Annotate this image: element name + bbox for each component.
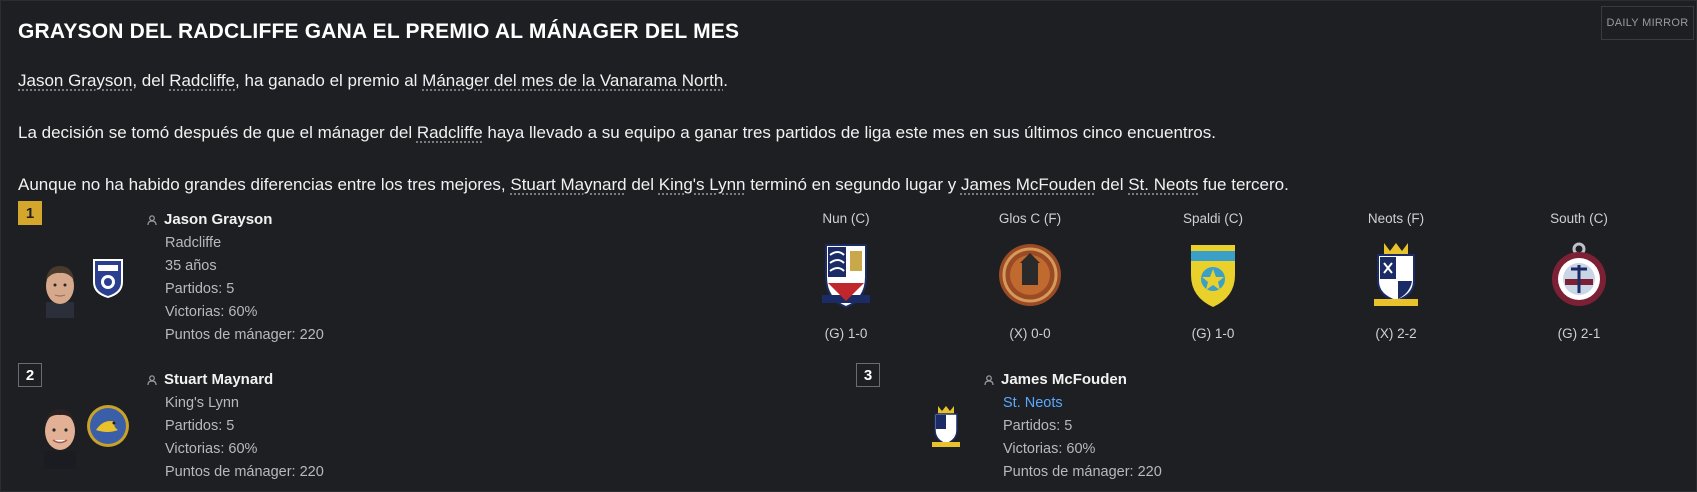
manager-club-mcfouden[interactable]: St. Neots <box>1003 395 1063 411</box>
manager-face-grayson[interactable] <box>40 262 80 318</box>
manager-link-grayson[interactable]: Jason Grayson <box>18 71 132 90</box>
kings-lynn-crest-icon[interactable] <box>86 404 130 448</box>
fixture-opponent: Glos C (F) <box>998 211 1062 226</box>
fixture-opponent: Nun (C) <box>822 211 870 226</box>
paragraph-2: La decisión se tomó después de que el má… <box>18 123 1216 142</box>
manager-matches-maynard: Partidos: 5 <box>165 418 235 434</box>
fixture-result: (X) 0-0 <box>1009 326 1051 341</box>
manager-wins-grayson: Victorias: 60% <box>165 304 258 320</box>
club-link-radcliffe[interactable]: Radcliffe <box>169 71 235 90</box>
st-neots-crest-icon[interactable] <box>928 404 964 448</box>
fixture-result: (G) 2-1 <box>1557 326 1601 341</box>
award-link[interactable]: Mánager del mes de la Vanarama North <box>422 71 723 90</box>
manager-points-grayson: Puntos de mánager: 220 <box>165 327 324 343</box>
manager-points-maynard: Puntos de mánager: 220 <box>165 464 324 480</box>
radcliffe-crest-icon[interactable] <box>90 256 126 300</box>
person-icon <box>147 215 157 225</box>
manager-club-maynard: King's Lynn <box>165 395 239 411</box>
club-link-kings-lynn[interactable]: King's Lynn <box>659 175 746 194</box>
manager-link-maynard[interactable]: Stuart Maynard <box>510 175 626 194</box>
manager-club-grayson: Radcliffe <box>165 235 222 251</box>
fixture-result: (X) 2-2 <box>1375 326 1417 341</box>
south-shields-crest-icon <box>1552 242 1606 306</box>
spalding-crest-icon <box>1191 245 1235 307</box>
fixture-result: (G) 1-0 <box>1191 326 1235 341</box>
rank-badge-1: 1 <box>18 201 42 225</box>
manager-link-mcfouden[interactable]: James McFouden <box>961 175 1096 194</box>
st-neots-crest-icon <box>1374 243 1418 306</box>
person-icon <box>984 375 994 385</box>
nuneaton-crest-icon <box>822 244 870 309</box>
manager-wins-mcfouden: Victorias: 60% <box>1003 441 1096 457</box>
gloucester-crest-icon <box>999 244 1061 306</box>
club-link-radcliffe-2[interactable]: Radcliffe <box>417 123 483 142</box>
manager-points-mcfouden: Puntos de mánager: 220 <box>1003 464 1162 480</box>
manager-name-mcfouden[interactable]: James McFouden <box>1001 371 1127 388</box>
rank-badge-3: 3 <box>856 363 880 387</box>
manager-matches-mcfouden: Partidos: 5 <box>1003 418 1073 434</box>
manager-name-grayson[interactable]: Jason Grayson <box>164 211 272 228</box>
club-link-st-neots[interactable]: St. Neots <box>1128 175 1198 194</box>
fixture-result: (G) 1-0 <box>824 326 868 341</box>
fixture-opponent: South (C) <box>1550 211 1608 226</box>
source-button[interactable]: DAILY MIRROR <box>1601 6 1694 40</box>
person-icon <box>147 375 157 385</box>
news-headline: GRAYSON DEL RADCLIFFE GANA EL PREMIO AL … <box>18 20 740 43</box>
fixture-opponent: Spaldi (C) <box>1182 211 1244 226</box>
manager-wins-maynard: Victorias: 60% <box>165 441 258 457</box>
manager-face-maynard[interactable] <box>40 405 80 469</box>
manager-name-maynard[interactable]: Stuart Maynard <box>164 371 273 388</box>
manager-matches-grayson: Partidos: 5 <box>165 281 235 297</box>
paragraph-1: Jason Grayson, del Radcliffe, ha ganado … <box>18 71 729 90</box>
paragraph-3: Aunque no ha habido grandes diferencias … <box>18 175 1289 194</box>
manager-age-grayson: 35 años <box>165 258 217 274</box>
rank-badge-2: 2 <box>18 363 42 387</box>
fixture-opponent: Neots (F) <box>1367 211 1425 226</box>
